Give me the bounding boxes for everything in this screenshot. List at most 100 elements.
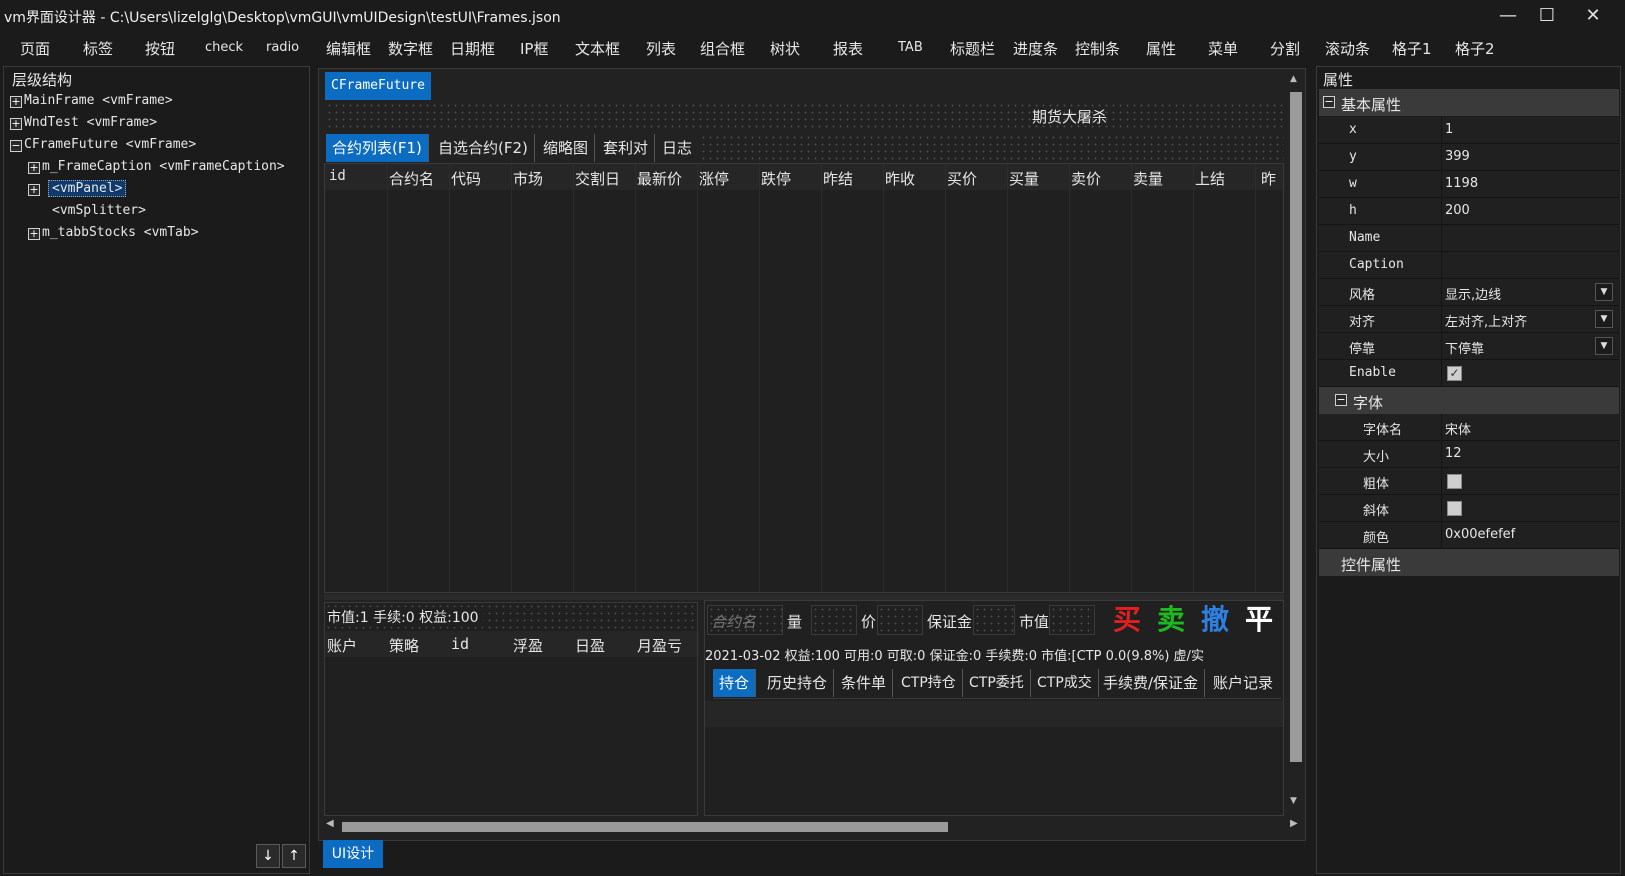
tab-fees-margin[interactable]: 手续费/保证金 (1097, 669, 1206, 697)
enable-checkbox[interactable]: ✓ (1447, 366, 1462, 381)
collapse-icon[interactable]: − (1323, 96, 1335, 108)
tab-ctp-positions[interactable]: CTP持仓 (895, 669, 963, 697)
move-up-button[interactable]: ↑ (282, 844, 306, 868)
menu-item-list[interactable]: 列表 (646, 38, 676, 59)
menu-item-page[interactable]: 页面 (20, 38, 50, 59)
prop-row-font-size[interactable]: 大小 12 (1319, 441, 1619, 468)
column-header-upper-settle[interactable]: 上结 (1195, 168, 1225, 189)
tab-ctp-trades[interactable]: CTP成交 (1031, 669, 1099, 697)
scroll-thumb[interactable] (342, 822, 948, 832)
prop-row-align[interactable]: 对齐 左对齐,上对齐 ▼ (1319, 306, 1619, 333)
column-header-account[interactable]: 账户 (327, 635, 357, 656)
tab-history-positions[interactable]: 历史持仓 (761, 669, 835, 697)
maximize-button[interactable]: ☐ (1527, 0, 1567, 32)
menu-item-scrollbar[interactable]: 滚动条 (1325, 38, 1370, 59)
mkt-value-input[interactable] (1049, 605, 1095, 635)
column-header-prev-close[interactable]: 昨收 (885, 168, 915, 189)
column-header-limit-up[interactable]: 涨停 (699, 168, 729, 189)
dropdown-arrow-icon[interactable]: ▼ (1595, 283, 1613, 301)
prop-row-enable[interactable]: Enable ✓ (1319, 360, 1619, 387)
prop-row-italic[interactable]: 斜体 (1319, 495, 1619, 522)
menu-item-grid2[interactable]: 格子2 (1455, 38, 1495, 59)
tab-thumbnail[interactable]: 缩略图 (537, 134, 596, 162)
column-header-delivery[interactable]: 交割日 (575, 168, 620, 189)
frame-tab[interactable]: CFrameFuture (325, 72, 431, 100)
group-basic[interactable]: − 基本属性 (1319, 89, 1619, 116)
tab-arbitrage[interactable]: 套利对 (597, 134, 656, 162)
scroll-up-icon[interactable]: ▲ (1290, 74, 1297, 84)
menu-item-menu[interactable]: 菜单 (1208, 38, 1238, 59)
menu-item-ip[interactable]: IP框 (520, 38, 548, 59)
ui-design-tab[interactable]: UI设计 (323, 840, 383, 868)
menu-item-props[interactable]: 属性 (1146, 38, 1176, 59)
menu-item-textbox[interactable]: 文本框 (575, 38, 620, 59)
menu-item-edit[interactable]: 编辑框 (326, 38, 371, 59)
prop-row-h[interactable]: h 200 (1319, 198, 1619, 225)
expand-icon[interactable]: + (10, 96, 22, 108)
prop-value[interactable]: 1 (1445, 122, 1453, 137)
menu-item-tree[interactable]: 树状 (770, 38, 800, 59)
column-header-ask-vol[interactable]: 卖量 (1133, 168, 1163, 189)
tab-account-records[interactable]: 账户记录 (1207, 669, 1279, 697)
column-header-limit-down[interactable]: 跌停 (761, 168, 791, 189)
prop-row-font-name[interactable]: 字体名 宋体 (1319, 414, 1619, 441)
buy-button[interactable]: 买 (1107, 603, 1147, 637)
bold-checkbox[interactable] (1447, 474, 1462, 489)
scroll-down-icon[interactable]: ▼ (1290, 796, 1297, 806)
tab-log[interactable]: 日志 (656, 134, 698, 162)
group-font[interactable]: − 字体 (1319, 387, 1619, 414)
prop-row-style[interactable]: 风格 显示,边线 ▼ (1319, 279, 1619, 306)
prop-row-y[interactable]: y 399 (1319, 144, 1619, 171)
menu-item-control[interactable]: 控制条 (1075, 38, 1120, 59)
close-button[interactable]: ✕ (1573, 0, 1613, 32)
column-header-id[interactable]: id (329, 168, 346, 184)
column-header-day-pnl[interactable]: 日盈 (575, 635, 605, 656)
column-header-prev-settle[interactable]: 昨结 (823, 168, 853, 189)
column-header-bid[interactable]: 买价 (947, 168, 977, 189)
menu-item-radio[interactable]: radio (266, 40, 299, 55)
tab-favorites[interactable]: 自选合约(F2) (432, 134, 535, 162)
expand-icon[interactable]: + (10, 118, 22, 130)
prop-value[interactable]: 200 (1445, 203, 1470, 218)
close-position-button[interactable]: 平 (1239, 603, 1279, 637)
prop-row-w[interactable]: w 1198 (1319, 171, 1619, 198)
menu-item-combo[interactable]: 组合框 (700, 38, 745, 59)
prop-row-dock[interactable]: 停靠 下停靠 ▼ (1319, 333, 1619, 360)
column-header-float-pnl[interactable]: 浮盈 (513, 635, 543, 656)
column-header-code[interactable]: 代码 (451, 168, 481, 189)
group-control-props[interactable]: 控件属性 (1319, 549, 1619, 576)
sell-button[interactable]: 卖 (1151, 603, 1191, 637)
menu-item-tab[interactable]: TAB (898, 40, 923, 55)
prop-value[interactable]: 左对齐,上对齐 (1445, 311, 1527, 330)
tab-contract-list[interactable]: 合约列表(F1) (326, 134, 429, 162)
menu-item-date[interactable]: 日期框 (450, 38, 495, 59)
move-down-button[interactable]: ↓ (256, 844, 280, 868)
scroll-left-icon[interactable]: ◀ (326, 818, 334, 829)
expand-icon[interactable]: + (28, 184, 40, 196)
collapse-icon[interactable]: − (10, 140, 22, 152)
column-header-id[interactable]: id (451, 635, 469, 653)
vertical-scrollbar[interactable]: ▲ ▼ (1288, 72, 1304, 812)
cancel-button[interactable]: 撤 (1195, 603, 1235, 637)
menu-item-number[interactable]: 数字框 (388, 38, 433, 59)
prop-value[interactable]: 宋体 (1445, 419, 1471, 438)
column-header-market[interactable]: 市场 (513, 168, 543, 189)
prop-row-color[interactable]: 颜色 0x00efefef (1319, 522, 1619, 549)
expand-icon[interactable]: + (28, 228, 40, 240)
column-header-ask[interactable]: 卖价 (1071, 168, 1101, 189)
price-input[interactable] (877, 605, 923, 635)
prop-value[interactable]: 显示,边线 (1445, 284, 1501, 303)
tab-positions[interactable]: 持仓 (713, 669, 757, 697)
prop-value[interactable]: 下停靠 (1445, 338, 1484, 357)
menu-item-label[interactable]: 标签 (83, 38, 113, 59)
margin-input[interactable] (973, 605, 1015, 635)
column-header-last[interactable]: 最新价 (637, 168, 682, 189)
contract-grid[interactable]: id 合约名 代码 市场 交割日 最新价 涨停 跌停 昨结 昨收 买价 买量 卖… (324, 163, 1284, 593)
column-header-name[interactable]: 合约名 (389, 168, 434, 189)
prop-value[interactable]: 399 (1445, 149, 1470, 164)
tab-ctp-orders[interactable]: CTP委托 (963, 669, 1031, 697)
prop-row-bold[interactable]: 粗体 (1319, 468, 1619, 495)
horizontal-scrollbar[interactable]: ◀ ▶ (324, 818, 1304, 834)
prop-value[interactable]: 12 (1445, 446, 1462, 461)
scroll-thumb[interactable] (1290, 92, 1302, 762)
